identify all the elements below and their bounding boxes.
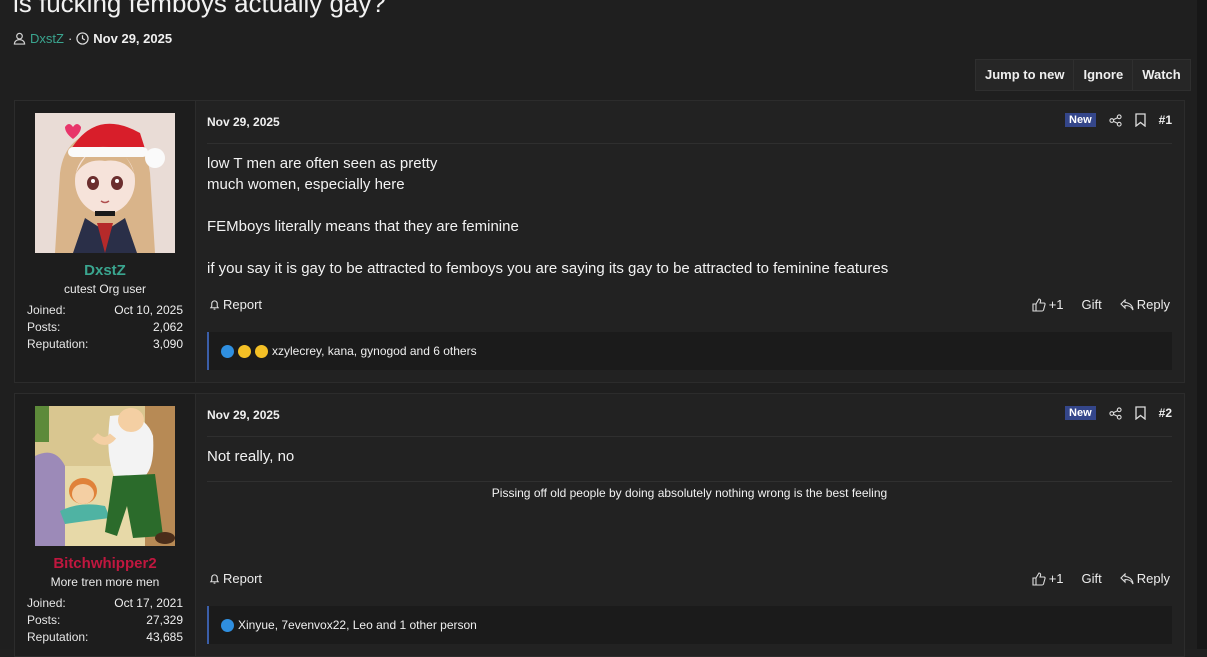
post-1: DxstZ cutest Org user Joined: Oct 10, 202… [14, 100, 1185, 383]
user-panel: DxstZ cutest Org user Joined: Oct 10, 202… [15, 101, 196, 382]
reputation-label: Reputation: [27, 337, 89, 351]
reactions-text: xzylecrey, kana, gynogod and 6 others [272, 344, 477, 358]
gift-label: Gift [1081, 571, 1102, 586]
post-line: much women, especially here [207, 176, 405, 193]
post-line [207, 237, 888, 258]
thumbs-up-icon [1032, 571, 1046, 586]
post-line: Not really, no [207, 448, 295, 465]
post-date[interactable]: Nov 29, 2025 [207, 408, 280, 422]
like-icon [221, 344, 234, 358]
gift-button[interactable]: Gift [1082, 297, 1102, 312]
laugh-icon [238, 344, 251, 358]
reply-button[interactable]: Reply [1119, 297, 1170, 312]
new-badge: New [1065, 113, 1096, 127]
like-button[interactable]: +1 [1032, 571, 1064, 586]
username[interactable]: Bitchwhipper2 [15, 555, 195, 572]
post-body: low T men are often seen as pretty much … [207, 153, 888, 279]
gift-button[interactable]: Gift [1082, 571, 1102, 586]
post-date[interactable]: Nov 29, 2025 [207, 115, 280, 129]
reply-icon [1119, 298, 1134, 311]
bookmark-icon[interactable] [1134, 113, 1146, 127]
gift-label: Gift [1081, 297, 1102, 312]
reply-button[interactable]: Reply [1119, 571, 1170, 586]
reactions-list[interactable]: xzylecrey, kana, gynogod and 6 others [207, 332, 1172, 370]
joined-value: Oct 10, 2025 [114, 303, 183, 317]
reply-label: Reply [1136, 297, 1170, 312]
post-tools: New #2 [1065, 406, 1172, 420]
post-body: Not really, no [207, 446, 294, 467]
reactions-text: Xinyue, 7evenvox22, Leo and 1 other pers… [238, 618, 477, 632]
reply-label: Reply [1136, 571, 1170, 586]
user-stats: Joined: Oct 17, 2021 Posts: 27,329 Reputat… [27, 595, 183, 646]
ignore-button[interactable]: Ignore [1073, 60, 1132, 90]
post-number[interactable]: #2 [1159, 406, 1172, 420]
meta-separator: · [67, 31, 73, 46]
bookmark-icon[interactable] [1134, 406, 1146, 420]
username[interactable]: DxstZ [15, 262, 195, 279]
like-count: +1 [1048, 571, 1064, 586]
posts-value: 2,062 [152, 320, 183, 334]
post-number[interactable]: #1 [1159, 113, 1172, 127]
thread-author-link[interactable]: DxstZ [30, 31, 64, 46]
report-label: Report [223, 571, 263, 586]
post-2: Bitchwhipper2 More tren more men Joined:… [14, 393, 1185, 657]
share-icon[interactable] [1109, 113, 1122, 127]
post-line: low T men are often seen as pretty [207, 155, 438, 172]
like-icon [221, 618, 234, 632]
avatar[interactable] [35, 406, 175, 546]
posts-label: Posts: [27, 613, 61, 627]
posts-value: 27,329 [146, 613, 183, 627]
user-title: More tren more men [50, 575, 160, 589]
post-reactions-bar: +1 Gift Reply [1032, 297, 1170, 312]
thread-actions: Jump to new Ignore Watch [975, 59, 1191, 91]
share-icon[interactable] [1109, 406, 1122, 420]
clock-icon [76, 32, 89, 45]
signature-divider [207, 481, 1172, 482]
bell-icon [209, 573, 220, 585]
bell-icon [209, 299, 220, 311]
post-line: FEMboys literally means that they are fe… [207, 218, 519, 235]
like-count: +1 [1048, 297, 1064, 312]
wow-icon [255, 344, 268, 358]
joined-value: Oct 17, 2021 [114, 596, 183, 610]
post-footer: Report +1 Gift Reply [207, 571, 1172, 591]
post-header: Nov 29, 2025 New #2 [207, 394, 1172, 437]
thread-meta: DxstZ · Nov 29, 2025 [13, 31, 172, 46]
user-icon [13, 32, 26, 45]
reply-icon [1119, 572, 1134, 585]
new-badge: New [1065, 406, 1096, 420]
post-footer: Report +1 Gift Reply [207, 297, 1172, 317]
post-tools: New #1 [1065, 113, 1172, 127]
like-button[interactable]: +1 [1032, 297, 1064, 312]
post-line: if you say it is gay to be attracted to … [207, 260, 889, 277]
thread-date[interactable]: Nov 29, 2025 [93, 31, 172, 46]
thread-title: is fucking femboys actually gay? [13, 0, 386, 18]
reputation-label: Reputation: [27, 630, 89, 644]
reputation-value: 3,090 [152, 337, 183, 351]
avatar[interactable] [35, 113, 175, 253]
report-label: Report [223, 297, 263, 312]
post-header: Nov 29, 2025 New #1 [207, 101, 1172, 144]
reactions-list[interactable]: Xinyue, 7evenvox22, Leo and 1 other pers… [207, 606, 1172, 644]
reputation-value: 43,685 [146, 630, 183, 644]
report-button[interactable]: Report [209, 297, 262, 312]
post-main: Nov 29, 2025 New #2 Not really, no Pissi… [207, 394, 1172, 656]
report-button[interactable]: Report [209, 571, 262, 586]
signature: Pissing off old people by doing absolute… [491, 486, 888, 500]
user-stats: Joined: Oct 10, 2025 Posts: 2,062 Reputati… [27, 302, 183, 353]
user-title: cutest Org user [63, 282, 147, 296]
user-panel: Bitchwhipper2 More tren more men Joined:… [15, 394, 196, 656]
scrollbar-track[interactable] [1197, 0, 1207, 649]
post-reactions-bar: +1 Gift Reply [1032, 571, 1170, 586]
joined-label: Joined: [27, 596, 66, 610]
thread-page: is fucking femboys actually gay? DxstZ ·… [0, 0, 1197, 657]
posts-label: Posts: [27, 320, 61, 334]
watch-button[interactable]: Watch [1132, 60, 1190, 90]
thumbs-up-icon [1032, 297, 1046, 312]
jump-to-new-button[interactable]: Jump to new [976, 60, 1073, 90]
post-line [207, 195, 888, 216]
post-main: Nov 29, 2025 New #1 low T men are often … [207, 101, 1172, 382]
joined-label: Joined: [27, 303, 66, 317]
